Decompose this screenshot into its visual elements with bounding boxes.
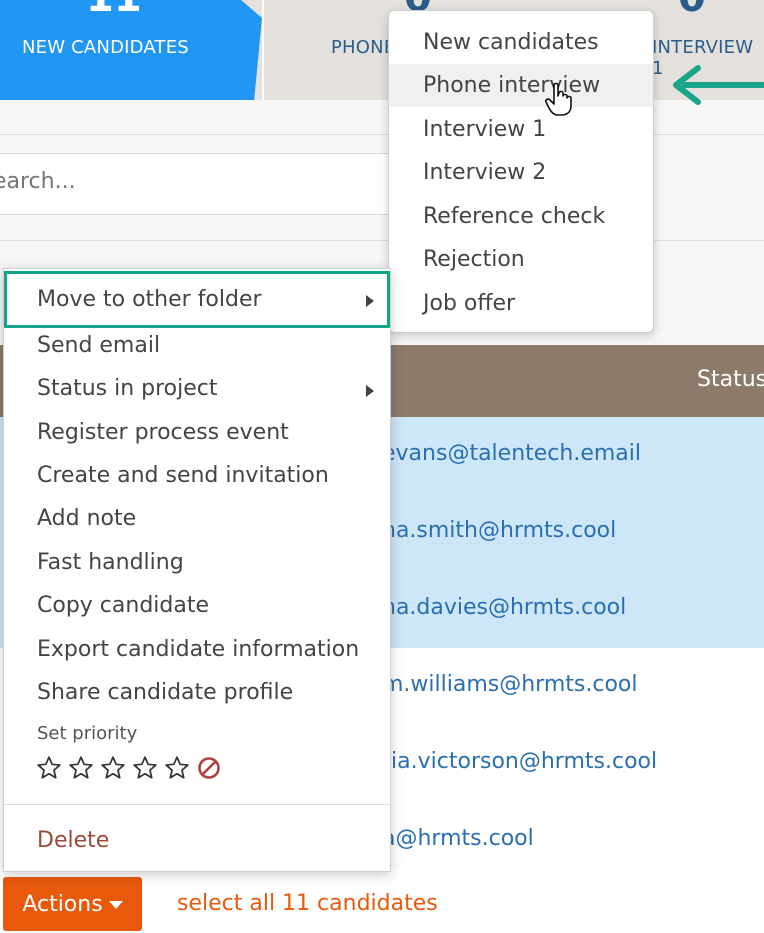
actions-menu: Move to other folder Send email Status i… <box>3 268 391 872</box>
star-icon[interactable] <box>36 755 62 781</box>
menu-item-send-email[interactable]: Send email <box>4 325 390 367</box>
menu-item-label: Send email <box>37 333 161 358</box>
stage-label: PHONE <box>331 37 396 58</box>
candidate-email[interactable]: na.smith@hrmts.cool <box>382 518 616 543</box>
menu-item-label: Export candidate information <box>37 637 360 662</box>
candidate-email[interactable]: na.davies@hrmts.cool <box>382 595 626 620</box>
select-all-link[interactable]: select all 11 candidates <box>177 891 438 916</box>
folder-item-label: Rejection <box>423 247 525 272</box>
candidate-email[interactable]: evans@talentech.email <box>382 441 641 466</box>
column-header-status[interactable]: Status <box>697 367 764 392</box>
candidate-email[interactable]: a@hrmts.cool <box>382 826 534 851</box>
menu-item-label: Fast handling <box>37 550 184 575</box>
folder-item-label: Interview 1 <box>423 117 547 142</box>
hand-cursor-icon <box>545 82 572 116</box>
folder-item-label: New candidates <box>423 30 599 55</box>
menu-item-fast-handling[interactable]: Fast handling <box>4 542 390 584</box>
menu-item-add-note[interactable]: Add note <box>4 498 390 540</box>
folder-item-reference-check[interactable]: Reference check <box>389 195 653 238</box>
set-priority-label: Set priority <box>37 723 138 744</box>
folder-item-label: Job offer <box>423 291 516 316</box>
stage-count: 11 <box>86 0 142 18</box>
menu-item-label: Register process event <box>37 420 289 445</box>
actions-button[interactable]: Actions <box>3 877 142 931</box>
arrow-annotation-icon <box>673 65 764 105</box>
candidate-email[interactable]: m.williams@hrmts.cool <box>382 672 637 697</box>
folder-item-interview-2[interactable]: Interview 2 <box>389 151 653 194</box>
folder-item-label: Interview 2 <box>423 160 547 185</box>
star-icon[interactable] <box>132 755 158 781</box>
candidate-email[interactable]: ria.victorson@hrmts.cool <box>382 749 657 774</box>
folder-item-interview-1[interactable]: Interview 1 <box>389 108 653 151</box>
folder-item-phone-interview[interactable]: Phone interview <box>389 64 653 107</box>
search-input[interactable] <box>0 168 381 195</box>
submenu-arrow-icon <box>366 295 374 307</box>
caret-down-icon <box>108 900 123 909</box>
actions-button-label: Actions <box>22 891 103 917</box>
star-icon[interactable] <box>100 755 126 781</box>
delete-menu-item[interactable]: Delete <box>37 828 109 853</box>
menu-item-export-candidate-information[interactable]: Export candidate information <box>4 629 390 671</box>
menu-item-register-process-event[interactable]: Register process event <box>4 412 390 454</box>
stage-divider <box>262 0 264 100</box>
submenu-arrow-icon <box>366 385 374 397</box>
menu-item-create-and-send-invitation[interactable]: Create and send invitation <box>4 455 390 497</box>
menu-item-label: Create and send invitation <box>37 463 329 488</box>
menu-item-label: Copy candidate <box>37 593 210 618</box>
search-field[interactable] <box>0 153 408 215</box>
folder-item-label: Reference check <box>423 204 606 229</box>
menu-item-move-to-other-folder[interactable]: Move to other folder <box>4 271 390 328</box>
stage-count: 0 <box>678 0 706 18</box>
menu-item-label: Status in project <box>37 376 218 401</box>
star-icon[interactable] <box>164 755 190 781</box>
menu-item-label: Add note <box>37 506 137 531</box>
menu-divider <box>4 804 390 805</box>
stage-tab-new-candidates[interactable]: 11 NEW CANDIDATES <box>0 0 262 100</box>
folder-item-rejection[interactable]: Rejection <box>389 238 653 281</box>
menu-item-label: Share candidate profile <box>37 680 294 705</box>
folder-item-label: Phone interview <box>423 73 601 98</box>
menu-item-share-candidate-profile[interactable]: Share candidate profile <box>4 672 390 714</box>
folder-item-job-offer[interactable]: Job offer <box>389 282 653 325</box>
menu-item-label: Move to other folder <box>37 287 262 312</box>
stage-label: NEW CANDIDATES <box>22 37 189 58</box>
no-priority-icon[interactable] <box>197 756 221 780</box>
menu-item-status-in-project[interactable]: Status in project <box>4 368 390 410</box>
folder-item-new-candidates[interactable]: New candidates <box>389 21 653 64</box>
folder-submenu: New candidates Phone interview Interview… <box>388 10 654 333</box>
star-icon[interactable] <box>68 755 94 781</box>
menu-item-copy-candidate[interactable]: Copy candidate <box>4 585 390 627</box>
